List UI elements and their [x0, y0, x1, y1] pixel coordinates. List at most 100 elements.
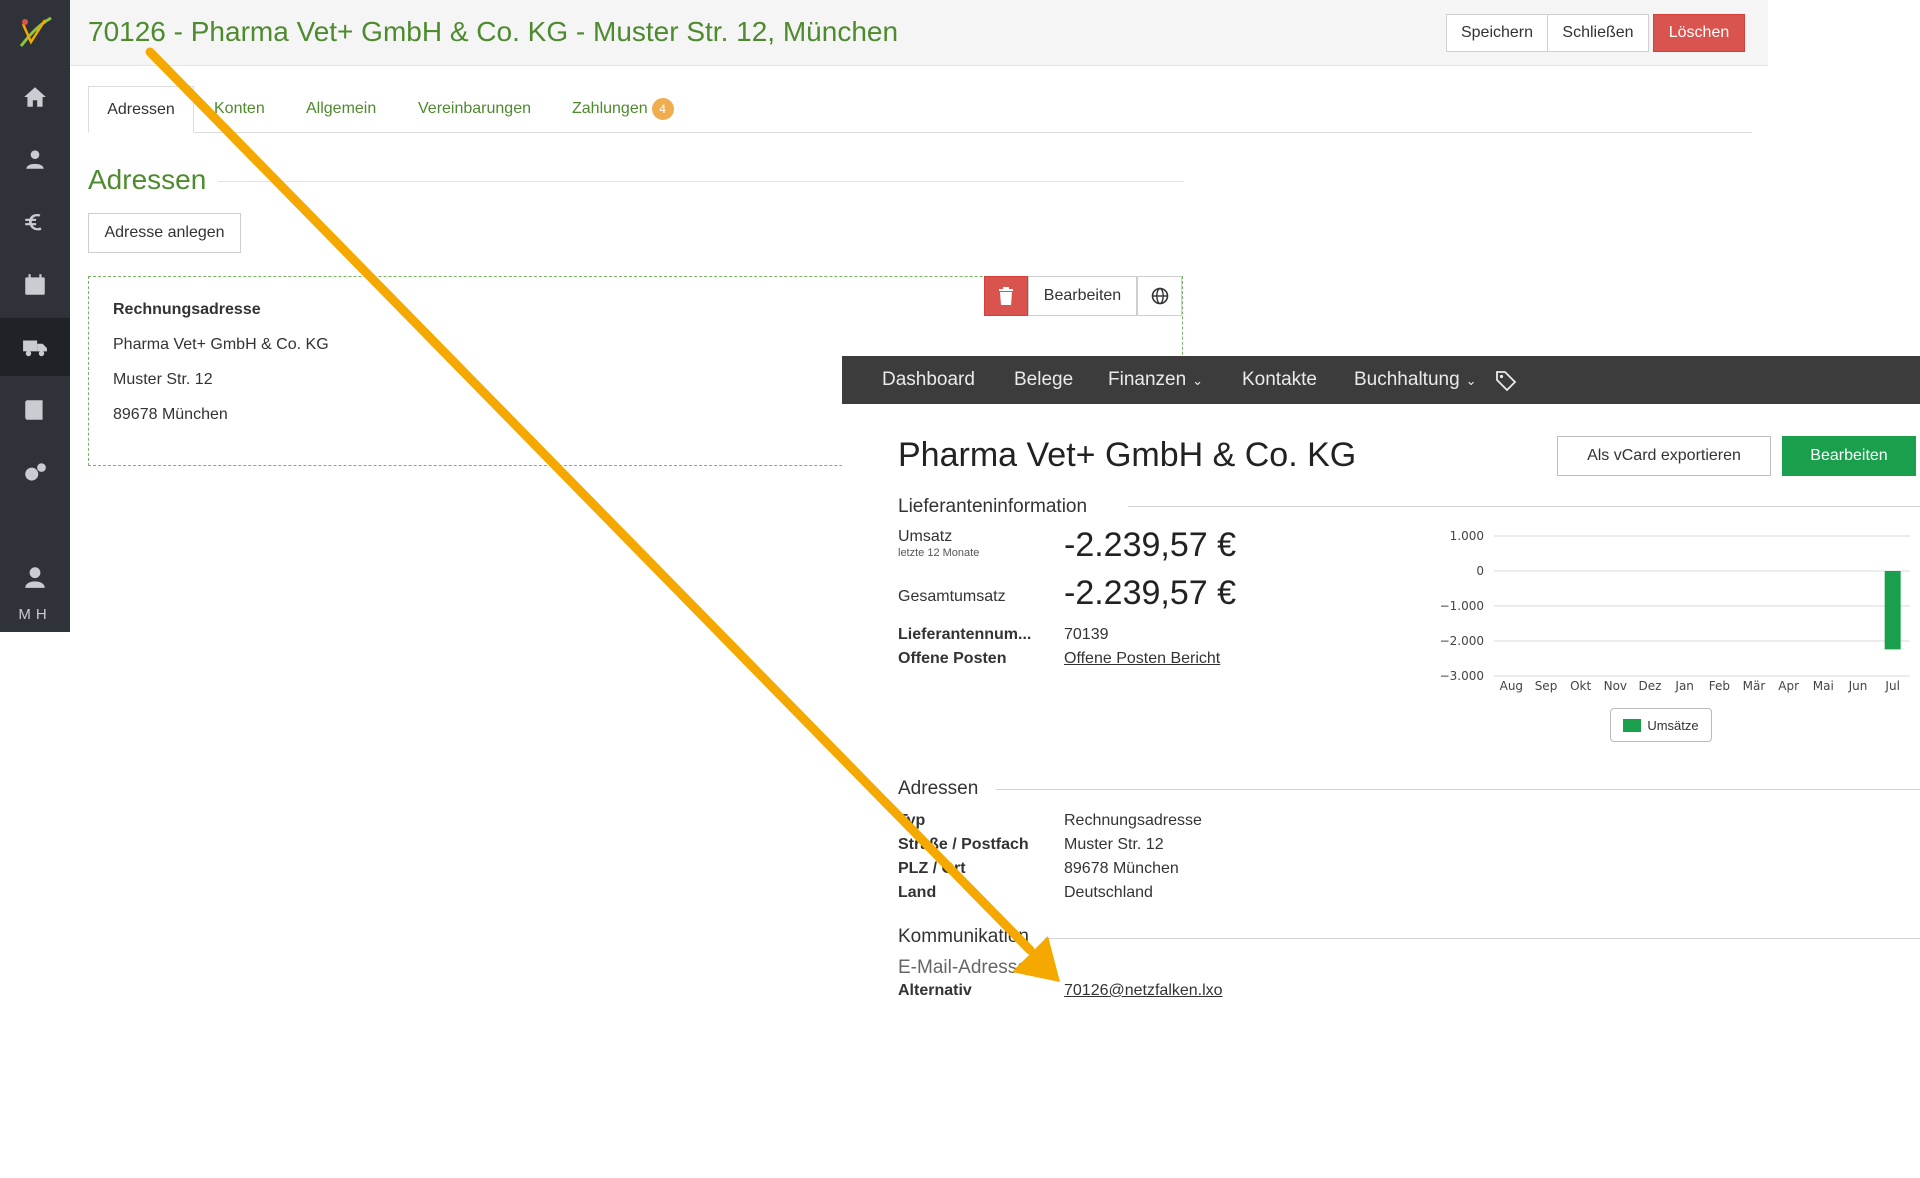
y-tick-label: −2.000	[1440, 634, 1484, 648]
nav-finanzen[interactable]: Finanzen ⌄	[1108, 356, 1203, 404]
street-label: Straße / Postfach	[898, 836, 1029, 853]
x-tick-label: Apr	[1778, 679, 1799, 693]
nav-buchhaltung[interactable]: Buchhaltung ⌄	[1354, 356, 1477, 404]
nav-documents[interactable]	[0, 381, 70, 439]
x-tick-label: Feb	[1709, 679, 1730, 693]
communication-divider	[1044, 938, 1920, 939]
save-button[interactable]: Speichern	[1446, 14, 1548, 52]
globe-icon	[1151, 287, 1168, 305]
supplier-info-divider	[1128, 506, 1920, 507]
open-items-label: Offene Posten	[898, 650, 1007, 667]
nav-home[interactable]	[0, 68, 70, 126]
communication-heading: Kommunikation	[898, 926, 1029, 947]
address-city: 89678 München	[113, 406, 228, 423]
y-tick-label: −3.000	[1440, 669, 1484, 683]
legend-label: Umsätze	[1647, 717, 1699, 733]
tab-vereinbarungen[interactable]: Vereinbarungen	[418, 86, 531, 133]
address-street: Muster Str. 12	[113, 371, 213, 388]
y-tick-label: −1.000	[1440, 599, 1484, 613]
email-heading: E-Mail-Adressen	[898, 957, 1039, 978]
book-icon	[25, 400, 43, 420]
address-type: Rechnungsadresse	[113, 301, 261, 318]
x-tick-label: Sep	[1535, 679, 1558, 693]
open-items-report-link[interactable]: Offene Posten Bericht	[1064, 650, 1220, 668]
address-name: Pharma Vet+ GmbH & Co. KG	[113, 336, 329, 353]
nav-finance[interactable]	[0, 193, 70, 251]
alternative-email-link[interactable]: 70126@netzfalken.lxo	[1064, 982, 1223, 1000]
settings-icon	[25, 463, 46, 481]
umsatz-value: -2.239,57 €	[1064, 526, 1237, 564]
typ-value: Rechnungsadresse	[1064, 812, 1202, 829]
nav-belege[interactable]: Belege	[1014, 356, 1073, 404]
x-tick-label: Jul	[1884, 679, 1899, 693]
umsatz-sublabel: letzte 12 Monate	[898, 547, 980, 559]
x-tick-label: Okt	[1570, 679, 1591, 693]
count-badge: 4	[651, 97, 674, 120]
map-address-button[interactable]	[1137, 276, 1182, 316]
chart-canvas: 1.000 0 −1.000 −2.000 −3.000 Aug Sep Okt Nov Dez J…	[1440, 529, 1910, 693]
top-navigation: Dashboard Belege Finanzen ⌄ Kontakte Buch…	[842, 356, 1920, 404]
tab-allgemein[interactable]: Allgemein	[306, 86, 376, 133]
delete-button[interactable]: Löschen	[1653, 14, 1745, 52]
nav-customers[interactable]	[0, 130, 70, 188]
umsatz-label: Umsatz	[898, 528, 953, 545]
calendar-icon	[25, 274, 45, 295]
supplier-number-value: 70139	[1064, 626, 1109, 643]
land-label: Land	[898, 884, 937, 901]
supplier-info-heading: Lieferanteninformation	[898, 496, 1088, 517]
chart-legend[interactable]: Umsätze	[1610, 708, 1712, 742]
x-tick-label: Dez	[1639, 679, 1662, 693]
tab-adressen[interactable]: Adressen	[88, 86, 194, 133]
app-logo[interactable]	[15, 12, 55, 52]
revenue-chart: 1.000 0 −1.000 −2.000 −3.000 Aug Sep Okt Nov Dez J…	[1402, 526, 1920, 736]
gesamtumsatz-value: -2.239,57 €	[1064, 574, 1237, 612]
x-tick-label: Nov	[1604, 679, 1627, 693]
euro-icon	[25, 213, 42, 231]
close-button[interactable]: Schließen	[1547, 14, 1649, 52]
section-title: Adressen	[88, 164, 207, 195]
legend-swatch	[1623, 718, 1642, 732]
tab-konten[interactable]: Konten	[214, 86, 265, 133]
nav-settings[interactable]	[0, 444, 70, 502]
supplier-number-label: Lieferantennum...	[898, 626, 1032, 643]
chart-bar[interactable]	[1884, 571, 1901, 650]
plz-value: 89678 München	[1064, 860, 1179, 877]
alternative-email-label: Alternativ	[898, 982, 972, 999]
edit-address-button[interactable]: Bearbeiten	[1028, 276, 1137, 316]
section-divider	[218, 181, 1184, 182]
plz-label: PLZ / Ort	[898, 860, 966, 877]
nav-kontakte[interactable]: Kontakte	[1242, 356, 1317, 404]
sidebar: MH	[0, 0, 70, 632]
trash-icon	[999, 287, 1013, 305]
home-icon	[24, 87, 46, 107]
y-tick-label: 0	[1476, 564, 1484, 578]
contact-detail-window: Dashboard Belege Finanzen ⌄ Kontakte Buch…	[842, 356, 1920, 1178]
nav-dashboard[interactable]: Dashboard	[882, 356, 975, 404]
tab-zahlungen[interactable]: Zahlungen 4	[572, 86, 674, 133]
delete-address-button[interactable]	[984, 276, 1028, 316]
company-name: Pharma Vet+ GmbH & Co. KG	[898, 436, 1357, 474]
x-tick-label: Mär	[1743, 679, 1766, 693]
page-title: 70126 - Pharma Vet+ GmbH & Co. KG - Must…	[88, 16, 899, 47]
nav-suppliers[interactable]	[0, 318, 70, 376]
export-vcard-button[interactable]: Als vCard exportieren	[1557, 436, 1771, 476]
nav-profile[interactable]	[0, 548, 70, 606]
chevron-down-icon: ⌄	[1192, 373, 1204, 388]
nav-buchhaltung-label: Buchhaltung	[1354, 369, 1460, 390]
addresses-divider	[996, 789, 1920, 790]
user-initials[interactable]: MH	[0, 606, 70, 623]
create-address-button[interactable]: Adresse anlegen	[88, 213, 241, 253]
nav-calendar[interactable]	[0, 256, 70, 314]
chevron-down-icon: ⌄	[1465, 373, 1477, 388]
y-tick-label: 1.000	[1450, 529, 1484, 543]
edit-contact-button[interactable]: Bearbeiten	[1782, 436, 1916, 476]
x-tick-label: Jun	[1848, 679, 1868, 693]
address-card-actions: Bearbeiten	[984, 276, 1182, 316]
typ-label: Typ	[898, 812, 926, 829]
x-tick-label: Mai	[1813, 679, 1834, 693]
tab-zahlungen-label: Zahlungen	[572, 100, 648, 117]
tab-bar: Adressen Konten Allgemein Vereinbarungen…	[88, 86, 1752, 133]
truck-icon	[23, 340, 47, 357]
x-tick-label: Jan	[1674, 679, 1694, 693]
tag-icon[interactable]	[1494, 369, 1518, 393]
